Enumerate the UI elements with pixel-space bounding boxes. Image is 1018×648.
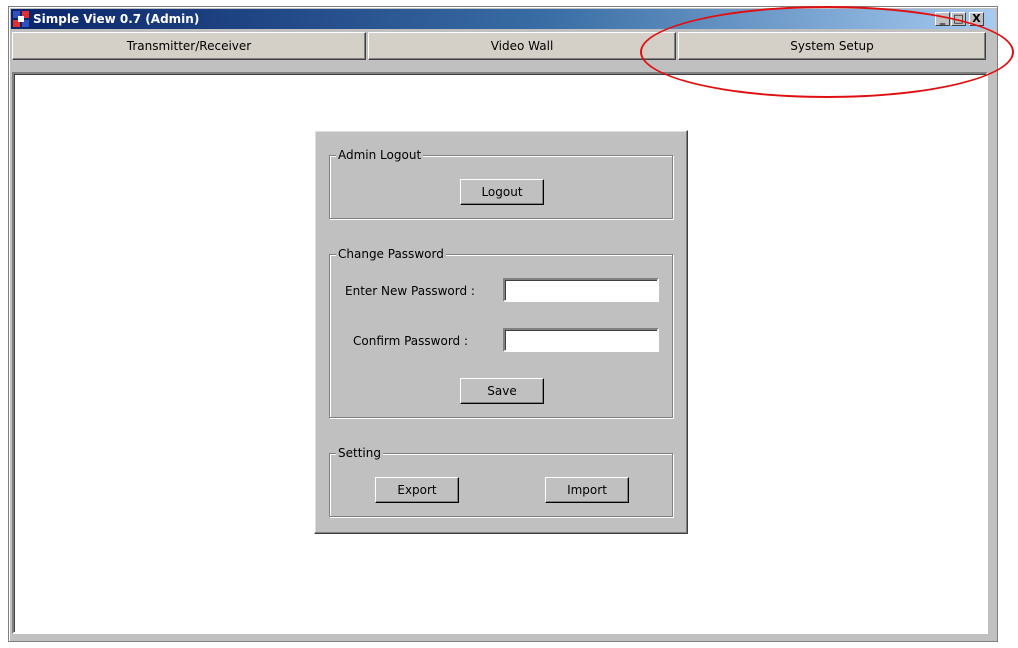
minimize-icon[interactable]: _	[935, 12, 950, 26]
admin-logout-legend: Admin Logout	[336, 148, 424, 162]
new-password-label: Enter New Password :	[345, 284, 475, 298]
system-setup-panel: Admin Logout Logout Change Password Ente…	[314, 130, 688, 534]
change-password-legend: Change Password	[336, 247, 446, 261]
save-button[interactable]: Save	[460, 378, 544, 404]
tab-transmitter-receiver[interactable]: Transmitter/Receiver	[12, 32, 366, 60]
tab-system-setup[interactable]: System Setup	[678, 32, 986, 60]
import-button[interactable]: Import	[545, 477, 629, 503]
close-icon[interactable]: X	[969, 12, 984, 26]
window-title: Simple View 0.7 (Admin)	[33, 12, 200, 26]
export-button[interactable]: Export	[375, 477, 459, 503]
app-icon	[13, 11, 29, 27]
admin-logout-group: Admin Logout Logout	[329, 148, 673, 219]
setting-legend: Setting	[336, 446, 383, 460]
tab-video-wall[interactable]: Video Wall	[368, 32, 676, 60]
title-bar[interactable]: Simple View 0.7 (Admin) _ □ X	[11, 9, 995, 29]
maximize-icon[interactable]: □	[951, 12, 966, 26]
new-password-field[interactable]	[503, 278, 659, 302]
confirm-password-label: Confirm Password :	[353, 334, 469, 348]
logout-button[interactable]: Logout	[460, 179, 544, 205]
setting-group: Setting Export Import	[329, 446, 673, 517]
confirm-password-field[interactable]	[503, 328, 659, 352]
change-password-group: Change Password Enter New Password : Con…	[329, 247, 673, 418]
